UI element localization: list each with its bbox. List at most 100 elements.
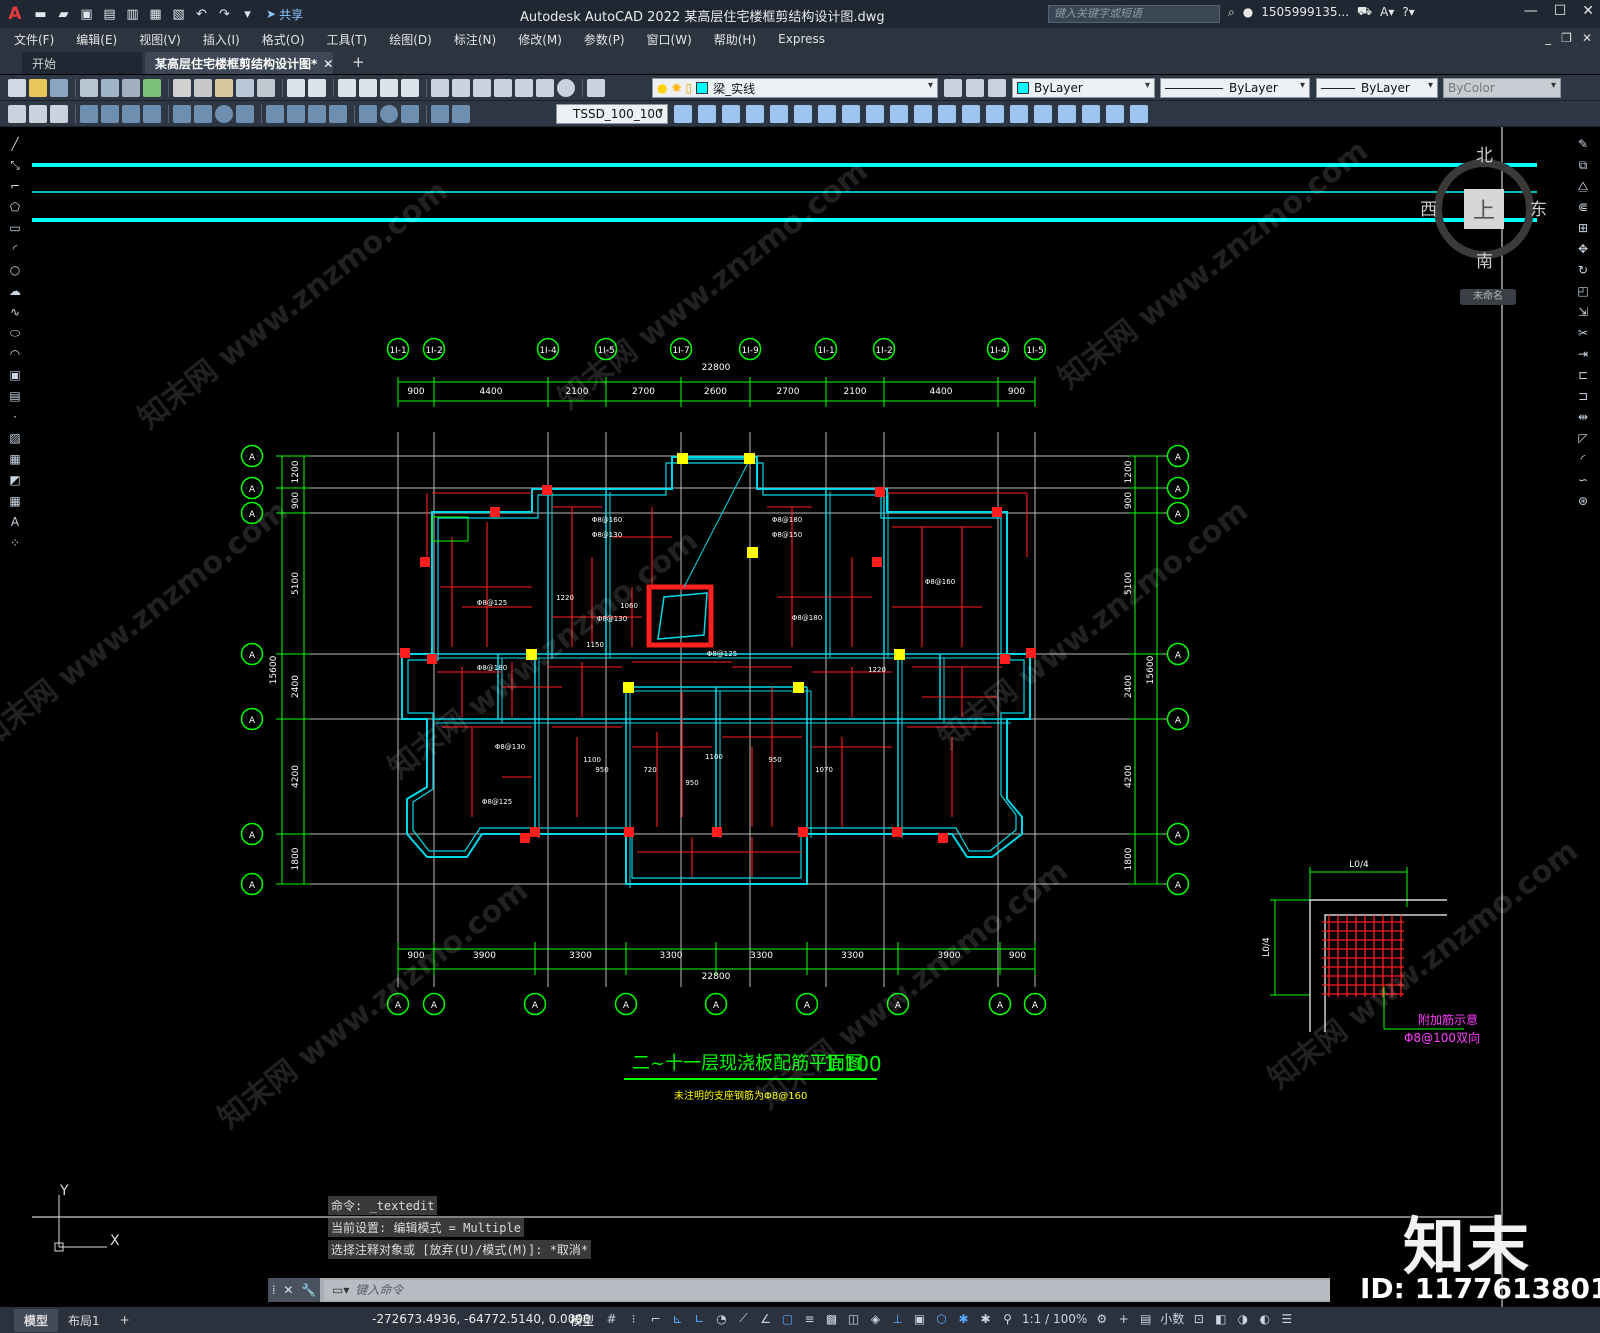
user-icon[interactable]: ● (1243, 5, 1253, 19)
radius-dimension-icon[interactable] (173, 104, 191, 123)
add-layout-icon[interactable]: + (110, 1310, 140, 1330)
offset-tool-icon[interactable] (722, 104, 740, 123)
mirror-tool-icon[interactable] (698, 104, 716, 123)
chamfer-icon[interactable]: ◸ (1575, 430, 1591, 446)
menu-tools[interactable]: 工具(T) (327, 31, 368, 48)
preview-icon[interactable] (101, 78, 119, 97)
match-properties-icon[interactable] (236, 78, 254, 97)
make-block-icon[interactable]: ▤ (7, 388, 23, 404)
search-input[interactable]: 键入关键字或短语 (1048, 5, 1220, 23)
3d-dwf-icon[interactable] (143, 78, 161, 97)
tool-3-icon[interactable] (50, 104, 68, 123)
layout-tab-model[interactable]: 模型 (14, 1308, 59, 1332)
tab-document[interactable]: 某高层住宅楼框剪结构设计图* ✕ (145, 52, 333, 74)
rectangle-icon[interactable]: ▭ (7, 220, 23, 236)
rotate-icon[interactable]: ↻ (1575, 262, 1591, 278)
lineweight-dropdown[interactable]: ByLayer ▾ (1316, 78, 1438, 98)
block-editor-icon[interactable] (257, 78, 275, 97)
user-name[interactable]: 1505999135... (1261, 5, 1349, 19)
object-snap-tracking-icon[interactable]: ∠ (758, 1311, 773, 1326)
join-icon[interactable]: ⇹ (1575, 409, 1591, 425)
circle-icon[interactable]: ○ (7, 262, 23, 278)
qat-dropdown-icon[interactable]: ▾ (237, 3, 258, 25)
explode-tool-icon[interactable] (1010, 104, 1028, 123)
isolate-objects-icon[interactable]: ◑ (1235, 1311, 1250, 1326)
design-center-icon[interactable] (452, 78, 470, 97)
gradient-icon[interactable]: ▦ (7, 451, 23, 467)
scale-tool-icon[interactable] (818, 104, 836, 123)
open-icon[interactable] (29, 78, 47, 97)
annotation-monitor-icon[interactable]: + (1116, 1311, 1131, 1326)
publish-icon[interactable] (122, 78, 140, 97)
quick-properties-icon[interactable]: ⊡ (1191, 1311, 1206, 1326)
dimension-text-edit-icon[interactable] (452, 104, 470, 123)
new-icon[interactable]: ▬ (30, 3, 51, 25)
snap-icon[interactable]: ⁝ (626, 1311, 641, 1326)
dynamic-input-icon[interactable]: ⊾ (670, 1311, 685, 1326)
tool-1-icon[interactable] (8, 104, 26, 123)
polar-icon[interactable]: ◔ (714, 1311, 729, 1326)
compass-south[interactable]: 南 (1476, 247, 1493, 272)
insert-block-icon[interactable]: ▣ (7, 367, 23, 383)
close-icon[interactable]: ✕ (1582, 3, 1594, 19)
tolerance-icon[interactable] (359, 104, 377, 123)
point-icon[interactable]: · (7, 409, 23, 425)
tool-palettes-icon[interactable] (473, 78, 491, 97)
spline-icon[interactable]: ∿ (7, 304, 23, 320)
markup-icon[interactable] (515, 78, 533, 97)
ellipse-arc-icon[interactable]: ◠ (7, 346, 23, 362)
hatch-edit-tool-icon[interactable] (1130, 104, 1148, 123)
share-button[interactable]: ➤ 共享 (266, 6, 303, 23)
erase-icon[interactable]: ✎ (1575, 136, 1591, 152)
table-icon[interactable]: ▦ (7, 493, 23, 509)
sheet-set-icon[interactable] (494, 78, 512, 97)
layer-states-icon[interactable] (988, 78, 1006, 97)
dimension-space-icon[interactable] (329, 104, 347, 123)
model-space-button[interactable]: 模型 (570, 1312, 594, 1329)
menu-draw[interactable]: 绘图(D) (389, 31, 432, 48)
array-icon[interactable]: ⊞ (1575, 220, 1591, 236)
aligned-dimension-icon[interactable] (101, 104, 119, 123)
doc-close-icon[interactable]: ✕ (1582, 31, 1592, 45)
fillet-tool-icon[interactable] (986, 104, 1004, 123)
copy-tool-icon[interactable] (674, 104, 692, 123)
move-icon[interactable]: ✥ (1575, 241, 1591, 257)
viewcube[interactable]: 上 北 南 西 东 未命名 (1420, 141, 1547, 311)
search-icon[interactable]: ⌕ (1228, 5, 1235, 20)
zoom-window-icon[interactable] (380, 78, 398, 97)
revision-cloud-icon[interactable]: ☁ (7, 283, 23, 299)
transparency-icon[interactable]: ▩ (824, 1311, 839, 1326)
grid-icon[interactable]: # (604, 1311, 619, 1326)
tool-2-icon[interactable] (29, 104, 47, 123)
redo-icon[interactable]: ↷ (214, 3, 235, 25)
new-icon[interactable] (8, 78, 26, 97)
selection-cycling-icon[interactable]: ◫ (846, 1311, 861, 1326)
menu-express[interactable]: Express (778, 32, 825, 46)
app-menu-button[interactable]: A (0, 0, 30, 28)
explode-icon[interactable]: ⊛ (1575, 493, 1591, 509)
color-dropdown[interactable]: ByLayer ▾ (1012, 78, 1155, 98)
annotation-scale-icon[interactable]: ⚲ (1000, 1311, 1015, 1326)
plot-icon[interactable] (80, 78, 98, 97)
infer-icon[interactable]: ⌐ (648, 1311, 663, 1326)
redo-icon[interactable] (308, 78, 326, 97)
zoom-previous-icon[interactable] (401, 78, 419, 97)
break-at-point-icon[interactable]: ⊏ (1575, 367, 1591, 383)
save-icon[interactable]: ▣ (76, 3, 97, 25)
pan-icon[interactable] (338, 78, 356, 97)
prompt-icon[interactable]: ▭▾ (332, 1280, 349, 1300)
units-value[interactable]: 小数 (1160, 1310, 1184, 1327)
arc-icon[interactable]: ◜ (7, 241, 23, 257)
break-tool-icon[interactable] (914, 104, 932, 123)
viewcube-top-face[interactable]: 上 (1464, 189, 1504, 229)
layer-properties-icon[interactable] (587, 78, 605, 97)
selection-filter-icon[interactable]: ▣ (912, 1311, 927, 1326)
angular-dimension-icon[interactable] (236, 104, 254, 123)
layout-tab-1[interactable]: 布局1 (58, 1309, 110, 1332)
trim-icon[interactable]: ✂ (1575, 325, 1591, 341)
save-icon[interactable] (50, 78, 68, 97)
undo-icon[interactable] (287, 78, 305, 97)
baseline-dimension-icon[interactable] (287, 104, 305, 123)
copy-icon[interactable] (194, 78, 212, 97)
menu-format[interactable]: 格式(O) (262, 31, 305, 48)
